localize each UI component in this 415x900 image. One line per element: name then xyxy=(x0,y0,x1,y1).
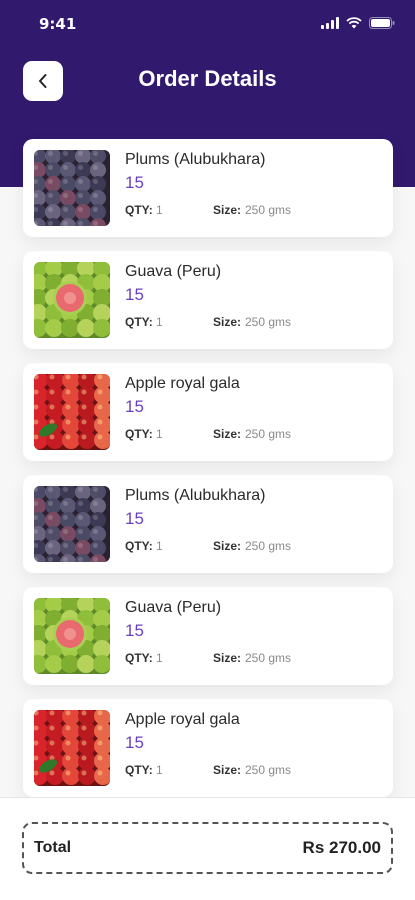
plums-image xyxy=(34,150,110,226)
wifi-icon xyxy=(346,17,362,29)
apple-picture xyxy=(34,710,110,786)
qty-label: QTY: xyxy=(125,427,153,441)
item-name: Plums (Alubukhara) xyxy=(125,487,266,504)
size-value: 250 gms xyxy=(245,763,292,777)
guava-image xyxy=(34,262,110,338)
qty-value: 1 xyxy=(156,651,163,665)
status-icons xyxy=(321,17,395,29)
item-name: Apple royal gala xyxy=(125,711,240,728)
size-label: Size: xyxy=(213,203,242,217)
apple-image xyxy=(34,710,110,786)
qty-label: QTY: xyxy=(125,651,153,665)
apple-picture xyxy=(34,374,110,450)
item-name: Plums (Alubukhara) xyxy=(125,151,266,168)
guava-picture xyxy=(34,262,110,338)
order-item-card[interactable]: Guava (Peru) 15 QTY: 1 Size: 250 gms xyxy=(23,251,393,349)
total-box: Total Rs 270.00 xyxy=(22,822,393,874)
item-name: Guava (Peru) xyxy=(125,599,222,616)
qty-label: QTY: xyxy=(125,763,153,777)
qty-value: 1 xyxy=(156,203,163,217)
item-name: Guava (Peru) xyxy=(125,263,222,280)
qty-value: 1 xyxy=(156,427,163,441)
plums-image xyxy=(34,486,110,562)
size-label: Size: xyxy=(213,763,242,777)
order-item-card[interactable]: Guava (Peru) 15 QTY: 1 Size: 250 gms xyxy=(23,587,393,685)
size-value: 250 gms xyxy=(245,315,292,329)
item-price: 15 xyxy=(125,397,144,416)
qty-label: QTY: xyxy=(125,203,153,217)
size-value: 250 gms xyxy=(245,203,292,217)
plums-picture xyxy=(34,150,110,226)
guava-picture xyxy=(34,598,110,674)
item-price: 15 xyxy=(125,509,144,528)
total-value: Rs 270.00 xyxy=(302,838,381,857)
qty-label: QTY: xyxy=(125,315,153,329)
item-price: 15 xyxy=(125,285,144,304)
order-footer: Total Rs 270.00 xyxy=(0,797,415,900)
size-value: 250 gms xyxy=(245,427,292,441)
signal-icon xyxy=(321,17,339,29)
size-label: Size: xyxy=(213,651,242,665)
item-price: 15 xyxy=(125,621,144,640)
size-label: Size: xyxy=(213,539,242,553)
qty-value: 1 xyxy=(156,763,163,777)
size-value: 250 gms xyxy=(245,539,292,553)
qty-value: 1 xyxy=(156,315,163,329)
qty-value: 1 xyxy=(156,539,163,553)
page-title: Order Details xyxy=(138,66,277,91)
order-item-card[interactable]: Plums (Alubukhara) 15 QTY: 1 Size: 250 g… xyxy=(23,139,393,237)
qty-label: QTY: xyxy=(125,539,153,553)
item-name: Apple royal gala xyxy=(125,375,240,392)
battery-icon xyxy=(369,17,395,29)
total-label: Total xyxy=(34,839,72,856)
order-item-card[interactable]: Apple royal gala 15 QTY: 1 Size: 250 gms xyxy=(23,363,393,461)
status-bar: 9:41 xyxy=(0,0,415,50)
size-label: Size: xyxy=(213,315,242,329)
size-label: Size: xyxy=(213,427,242,441)
guava-image xyxy=(34,598,110,674)
item-price: 15 xyxy=(125,173,144,192)
item-price: 15 xyxy=(125,733,144,752)
status-time: 9:41 xyxy=(39,15,77,33)
order-item-card[interactable]: Plums (Alubukhara) 15 QTY: 1 Size: 250 g… xyxy=(23,475,393,573)
apple-image xyxy=(34,374,110,450)
size-value: 250 gms xyxy=(245,651,292,665)
order-item-card[interactable]: Apple royal gala 15 QTY: 1 Size: 250 gms xyxy=(23,699,393,797)
plums-picture xyxy=(34,486,110,562)
